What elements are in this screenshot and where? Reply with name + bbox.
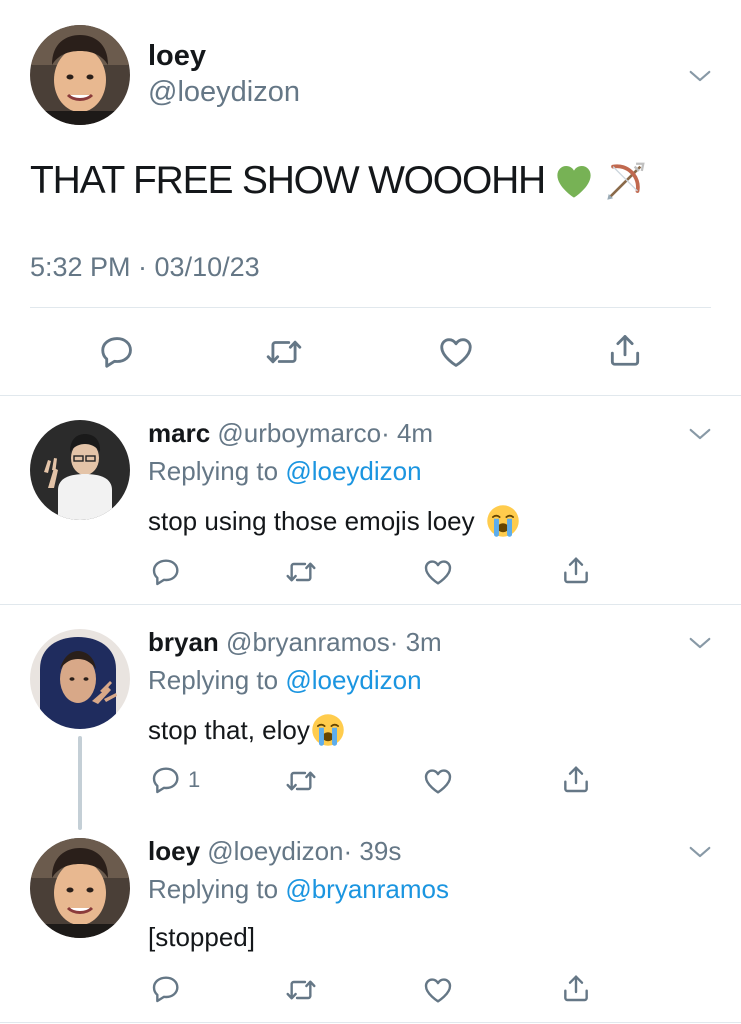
- avatar[interactable]: [30, 25, 130, 125]
- avatar[interactable]: [30, 629, 130, 729]
- green-heart-icon: [553, 160, 595, 202]
- retweet-icon[interactable]: [284, 974, 318, 1006]
- chevron-down-icon[interactable]: [686, 838, 714, 866]
- chevron-down-icon[interactable]: [686, 629, 714, 657]
- like-icon[interactable]: [422, 556, 454, 588]
- replying-to-line: Replying to @bryanramos: [148, 874, 449, 905]
- replying-to-label: Replying to: [148, 665, 279, 695]
- reply-text-row: stop that, eloy: [148, 712, 346, 748]
- author-handle[interactable]: @urboymarco: [217, 418, 381, 448]
- author-name[interactable]: marc: [148, 418, 210, 448]
- author-handle[interactable]: @bryanramos: [226, 627, 390, 657]
- chevron-down-icon[interactable]: [686, 420, 714, 448]
- bow-and-arrow-icon: [603, 158, 649, 204]
- author-name[interactable]: bryan: [148, 627, 219, 657]
- replying-to-link[interactable]: @loeydizon: [285, 665, 421, 695]
- replying-to-link[interactable]: @loeydizon: [285, 456, 421, 486]
- tweet-text-row: THAT FREE SHOW WOOOHH: [30, 158, 649, 204]
- timestamp-divider: [30, 307, 711, 308]
- reply-icon[interactable]: [150, 973, 182, 1005]
- chevron-down-icon[interactable]: [686, 62, 714, 90]
- avatar[interactable]: [30, 838, 130, 938]
- reply-text-row: stop using those emojis loey: [148, 503, 521, 539]
- reply-text: [stopped]: [148, 922, 255, 952]
- like-icon[interactable]: [422, 974, 454, 1006]
- like-icon[interactable]: [437, 333, 475, 371]
- share-icon[interactable]: [560, 554, 592, 586]
- retweet-icon[interactable]: [264, 333, 304, 371]
- replying-to-label: Replying to: [148, 874, 279, 904]
- share-icon[interactable]: [606, 331, 644, 369]
- reply-text: stop using those emojis loey: [148, 505, 475, 536]
- replying-to-line: Replying to @loeydizon: [148, 456, 422, 487]
- avatar[interactable]: [30, 420, 130, 520]
- thread-line: [78, 736, 82, 830]
- author-handle[interactable]: @loeydizon: [207, 836, 343, 866]
- tweet-text: THAT FREE SHOW WOOOHH: [30, 159, 546, 202]
- reply-icon[interactable]: [150, 764, 182, 796]
- author-handle[interactable]: @loeydizon: [148, 76, 300, 109]
- reply-time: · 39s: [343, 836, 402, 866]
- reply-header: marc @urboymarco· 4m: [148, 418, 433, 449]
- tweet-divider: [0, 395, 741, 396]
- reply-count: 1: [188, 767, 201, 792]
- replying-to-line: Replying to @loeydizon: [148, 665, 422, 696]
- reply-header: bryan @bryanramos· 3m: [148, 627, 442, 658]
- tweet-divider: [0, 1022, 741, 1023]
- retweet-icon[interactable]: [284, 556, 318, 588]
- reply-header: loey @loeydizon· 39s: [148, 836, 401, 867]
- reply-icon[interactable]: [150, 556, 182, 588]
- loudly-crying-face-icon: [485, 503, 521, 539]
- reply-action[interactable]: 1: [150, 764, 200, 796]
- reply-time: · 3m: [389, 627, 442, 657]
- tweet-divider: [0, 604, 741, 605]
- retweet-icon[interactable]: [284, 765, 318, 797]
- tweet-timestamp[interactable]: 5:32 PM · 03/10/23: [30, 252, 260, 283]
- loudly-crying-face-icon: [310, 712, 346, 748]
- share-icon[interactable]: [560, 763, 592, 795]
- author-name[interactable]: loey: [148, 40, 206, 73]
- reply-icon[interactable]: [98, 333, 136, 371]
- like-icon[interactable]: [422, 765, 454, 797]
- reply-text: stop that, eloy: [148, 714, 310, 745]
- replying-to-link[interactable]: @bryanramos: [285, 874, 449, 904]
- share-icon[interactable]: [560, 972, 592, 1004]
- replying-to-label: Replying to: [148, 456, 279, 486]
- reply-time: · 4m: [381, 418, 434, 448]
- author-name[interactable]: loey: [148, 836, 200, 866]
